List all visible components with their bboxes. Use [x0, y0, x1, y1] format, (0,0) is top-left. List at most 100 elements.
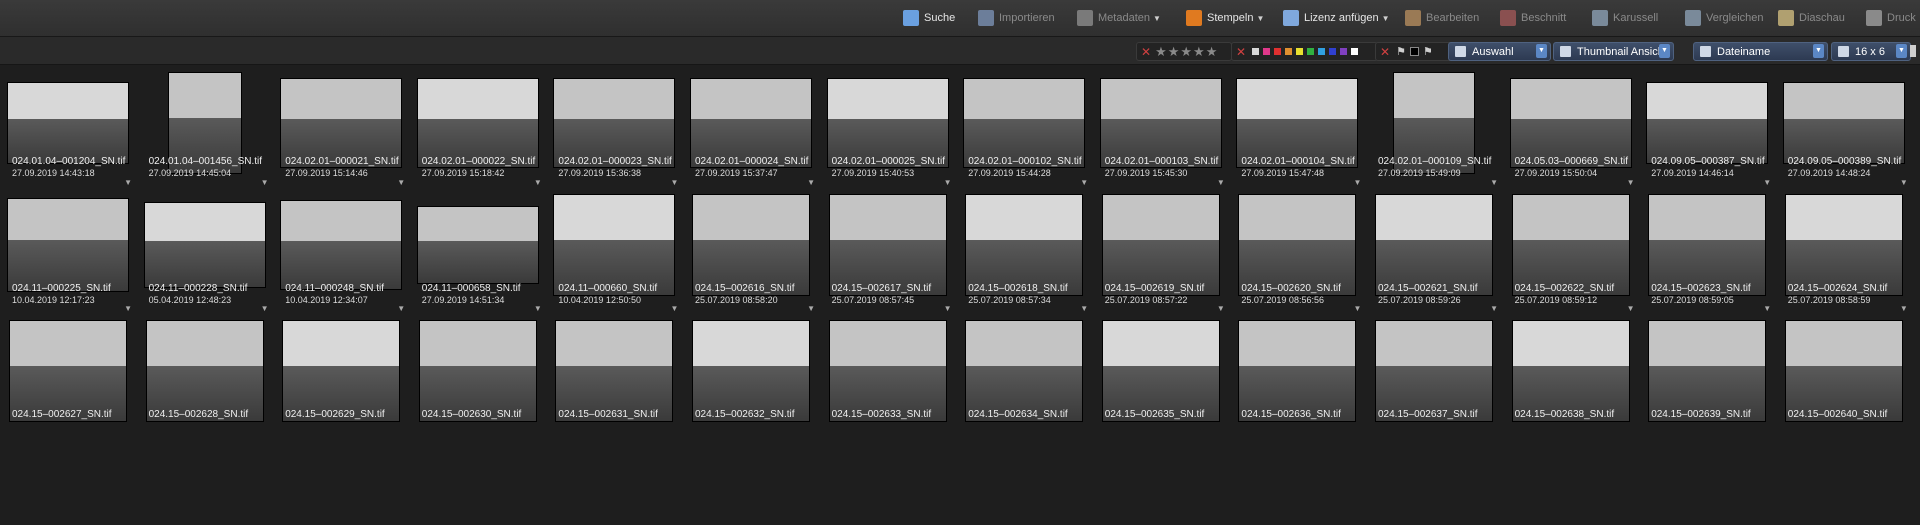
chevron-down-icon[interactable]: ▼	[1900, 304, 1908, 313]
chevron-down-icon[interactable]: ▼	[1627, 304, 1635, 313]
thumbnail-image[interactable]	[1649, 321, 1766, 421]
thumbnail-cell[interactable]: 024.15–002634_SN.tif	[962, 317, 1098, 475]
toolbar-button-compare[interactable]: Vergleichen	[1685, 8, 1764, 28]
chevron-down-icon[interactable]: ▼	[1080, 304, 1088, 313]
color-label-swatch[interactable]	[1263, 48, 1271, 55]
toolbar-button-stamp[interactable]: Stempeln ▼	[1186, 8, 1264, 28]
chevron-down-icon[interactable]: ▼	[670, 178, 678, 187]
thumbnail-image[interactable]	[146, 321, 263, 421]
grid-size-dropdown[interactable]: 16 x 6 ▼	[1831, 42, 1911, 61]
view-dropdown[interactable]: Thumbnail Ansicht ▼	[1553, 42, 1674, 61]
selection-dropdown[interactable]: Auswahl ▼	[1448, 42, 1551, 61]
chevron-down-icon[interactable]: ▼	[534, 178, 542, 187]
chevron-down-icon[interactable]: ▼	[1353, 178, 1361, 187]
thumbnail-image[interactable]	[419, 321, 536, 421]
thumbnail-image[interactable]	[693, 321, 809, 421]
thumbnail-cell[interactable]: 024.15–002630_SN.tif	[416, 317, 552, 475]
chevron-down-icon[interactable]: ▼	[1627, 178, 1635, 187]
thumbnail-image[interactable]	[281, 79, 402, 167]
clear-flag-icon[interactable]: ✕	[1380, 45, 1390, 59]
star-icon[interactable]: ★	[1193, 44, 1205, 60]
chevron-down-icon[interactable]: ▼	[124, 178, 132, 187]
thumbnail-image[interactable]	[1512, 195, 1629, 295]
chevron-down-icon[interactable]: ▼	[261, 304, 269, 313]
chevron-down-icon[interactable]: ▼	[1490, 178, 1498, 187]
chevron-down-icon[interactable]: ▼	[944, 304, 952, 313]
thumbnail-image[interactable]	[10, 321, 126, 421]
thumbnail-cell[interactable]: 024.15–002629_SN.tif	[279, 317, 415, 475]
color-label-swatch[interactable]	[1307, 48, 1315, 55]
thumbnail-image[interactable]	[1647, 83, 1768, 163]
toolbar-button-palette[interactable]: Bearbeiten	[1405, 8, 1479, 28]
chevron-down-icon[interactable]: ▼	[944, 178, 952, 187]
thumbnail-image[interactable]	[693, 195, 809, 295]
thumbnail-image[interactable]	[1783, 83, 1904, 163]
thumbnail-image[interactable]	[417, 79, 538, 167]
toolbar-button-license[interactable]: Lizenz anfügen ▼	[1283, 8, 1390, 28]
clear-color-icon[interactable]: ✕	[1236, 45, 1246, 59]
thumbnail-cell[interactable]: 024.15–002640_SN.tif	[1782, 317, 1918, 475]
thumbnail-image[interactable]	[554, 195, 675, 295]
thumbnail-image[interactable]	[1239, 195, 1356, 295]
thumbnail-image[interactable]	[1100, 79, 1221, 167]
thumbnail-image[interactable]	[1649, 195, 1766, 295]
toolbar-button-search[interactable]: Suche	[903, 8, 955, 28]
chevron-down-icon[interactable]: ▼	[397, 178, 405, 187]
toolbar-button-crop[interactable]: Beschnitt	[1500, 8, 1566, 28]
thumbnail-image[interactable]	[1376, 321, 1492, 421]
thumbnail-image[interactable]	[966, 321, 1083, 421]
chevron-down-icon[interactable]: ▼	[1217, 178, 1225, 187]
toolbar-button-slideshow[interactable]: Diaschau	[1778, 8, 1845, 28]
color-label-swatch[interactable]	[1296, 48, 1304, 55]
chevron-down-icon[interactable]: ▼	[1080, 178, 1088, 187]
thumbnail-image[interactable]	[283, 321, 400, 421]
color-filter[interactable]: ✕	[1231, 42, 1378, 61]
thumbnail-image[interactable]	[829, 195, 946, 295]
chevron-down-icon[interactable]: ▼	[1763, 178, 1771, 187]
chevron-down-icon[interactable]: ▼	[807, 304, 815, 313]
thumbnail-image[interactable]	[1785, 321, 1902, 421]
thumbnail-image[interactable]	[144, 203, 265, 287]
thumbnail-image[interactable]	[1102, 321, 1219, 421]
thumbnail-image[interactable]	[827, 79, 948, 167]
chevron-down-icon[interactable]: ▼	[397, 304, 405, 313]
color-label-swatch[interactable]	[1329, 48, 1337, 55]
thumbnail-image[interactable]	[556, 321, 673, 421]
chevron-down-icon[interactable]: ▼	[534, 304, 542, 313]
toolbar-button-metadata[interactable]: Metadaten ▼	[1077, 8, 1161, 28]
color-label-swatch[interactable]	[1318, 48, 1326, 55]
star-icon[interactable]: ★	[1206, 44, 1218, 60]
chevron-down-icon[interactable]: ▼	[261, 178, 269, 187]
overflow-icon[interactable]	[1910, 45, 1916, 57]
flag-grey-icon[interactable]: ⚑	[1423, 45, 1433, 58]
flag-filter[interactable]: ✕ ⚑ ⚑	[1375, 42, 1455, 61]
toolbar-button-print[interactable]: Druck	[1866, 8, 1916, 28]
chevron-down-icon[interactable]: ▼	[124, 304, 132, 313]
thumbnail-image[interactable]	[8, 199, 128, 291]
thumbnail-image[interactable]	[554, 79, 675, 167]
color-label-swatch[interactable]	[1252, 48, 1260, 55]
thumbnail-cell[interactable]: 024.15–002632_SN.tif	[689, 317, 825, 475]
thumbnail-image[interactable]	[1785, 195, 1902, 295]
thumbnail-cell[interactable]: 024.15–002633_SN.tif	[826, 317, 962, 475]
chevron-down-icon[interactable]: ▼	[670, 304, 678, 313]
thumbnail-cell[interactable]: 024.15–002627_SN.tif	[6, 317, 142, 475]
thumbnail-cell[interactable]: 024.15–002637_SN.tif	[1372, 317, 1508, 475]
thumbnail-image[interactable]	[1102, 195, 1219, 295]
sort-dropdown[interactable]: Dateiname ▼	[1693, 42, 1828, 61]
chevron-down-icon[interactable]: ▼	[1490, 304, 1498, 313]
thumbnail-image[interactable]	[964, 79, 1085, 167]
thumbnail-cell[interactable]: 024.15–002639_SN.tif	[1645, 317, 1781, 475]
thumbnail-image[interactable]	[1237, 79, 1358, 167]
thumbnail-cell[interactable]: 024.15–002631_SN.tif	[552, 317, 688, 475]
thumbnail-image[interactable]	[829, 321, 946, 421]
thumbnail-image[interactable]	[1510, 79, 1631, 167]
clear-rating-icon[interactable]: ✕	[1141, 45, 1151, 59]
toolbar-button-import[interactable]: Importieren	[978, 8, 1055, 28]
thumbnail-image[interactable]	[966, 195, 1083, 295]
thumbnail-image[interactable]	[1512, 321, 1629, 421]
chevron-down-icon[interactable]: ▼	[807, 178, 815, 187]
toolbar-button-carousel[interactable]: Karussell	[1592, 8, 1658, 28]
thumbnail-cell[interactable]: 024.15–002638_SN.tif	[1509, 317, 1645, 475]
thumbnail-cell[interactable]: 024.15–002628_SN.tif	[143, 317, 279, 475]
